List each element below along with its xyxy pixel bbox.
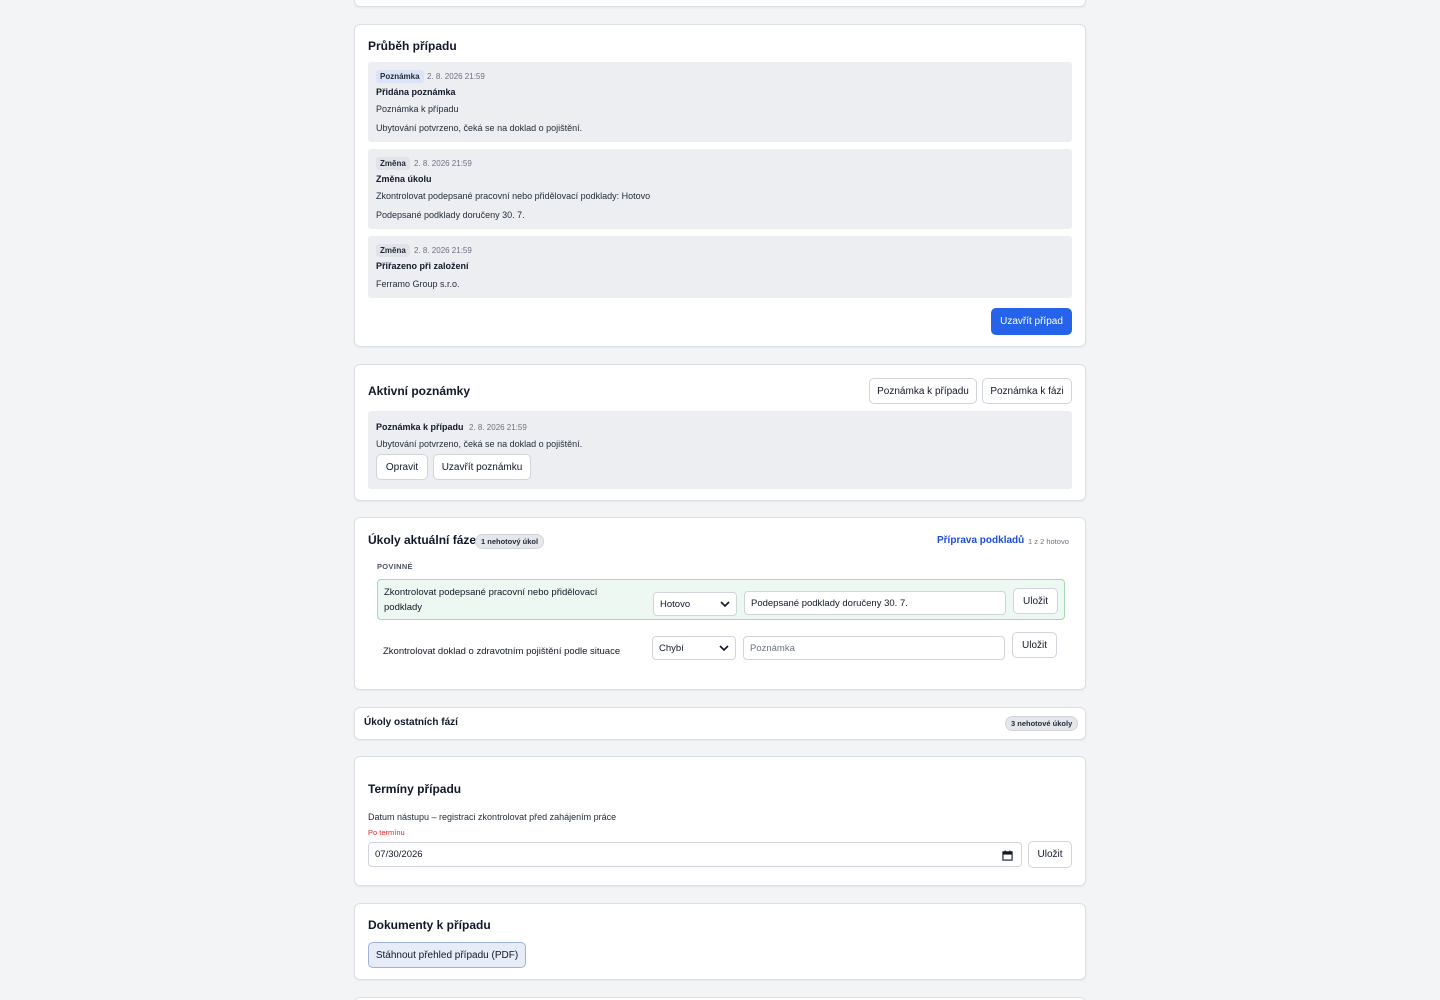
chevron-down-icon [719, 645, 729, 652]
other-tasks-title: Úkoly ostatních fází [364, 717, 458, 728]
timeline-item-detail: Zkontrolovat podepsané pracovní nebo při… [376, 191, 651, 201]
save-deadline-button[interactable]: Uložit [1028, 841, 1072, 868]
task-label: Zkontrolovat podepsané pracovní nebo při… [384, 587, 598, 598]
timeline-item-heading: Změna úkolu [376, 174, 432, 184]
task-row: Zkontrolovat podepsané pracovní nebo při… [377, 579, 1065, 620]
deadline-label: Datum nástupu – registraci zkontrolovat … [368, 812, 617, 822]
timestamp: 2. 8. 2026 21:59 [469, 423, 527, 432]
task-note-input[interactable]: Poznámka [743, 636, 1005, 660]
phase-link[interactable]: Příprava podkladů [937, 535, 1024, 546]
task-status-value: Chybí [659, 642, 684, 654]
close-note-button[interactable]: Uzavřít poznámku [433, 454, 531, 480]
save-task-button[interactable]: Uložit [1012, 632, 1057, 658]
current-phase-tasks-card: Úkoly aktuální fáze 1 nehotový úkol Příp… [354, 517, 1086, 690]
timestamp: 2. 8. 2026 21:59 [414, 159, 472, 168]
task-label: Zkontrolovat doklad o zdravotním pojiště… [383, 646, 621, 657]
timeline-item-heading: Přidána poznámka [376, 87, 456, 97]
note-badge: Poznámka [376, 70, 424, 83]
add-case-note-button[interactable]: Poznámka k případu [869, 378, 977, 404]
edit-note-button[interactable]: Opravit [376, 454, 428, 480]
task-row: Zkontrolovat doklad o zdravotním pojiště… [377, 629, 1065, 670]
timeline-item: Změna 2. 8. 2026 21:59 Přiřazeno při zal… [368, 236, 1072, 298]
note-heading: Poznámka k případu [376, 422, 464, 432]
required-section-label: POVINNÉ [377, 562, 413, 571]
timestamp: 2. 8. 2026 21:59 [414, 246, 472, 255]
timeline-item-detail: Ferramo Group s.r.o. [376, 279, 460, 289]
active-note: Poznámka k případu 2. 8. 2026 21:59 Ubyt… [368, 411, 1072, 489]
change-badge: Změna [376, 244, 410, 257]
case-documents-card: Dokumenty k případu Stáhnout přehled pří… [354, 903, 1086, 980]
other-phase-tasks-card[interactable]: Úkoly ostatních fází 3 nehotové úkoly [354, 707, 1086, 740]
note-text: Ubytování potvrzeno, čeká se na doklad o… [376, 439, 583, 449]
active-notes-card: Aktivní poznámky Poznámka k případu Pozn… [354, 364, 1086, 501]
open-tasks-badge: 1 nehotový úkol [475, 534, 545, 549]
close-case-button[interactable]: Uzavřít případ [991, 308, 1072, 335]
task-status-select[interactable]: Chybí [652, 636, 736, 660]
timeline-item-heading: Přiřazeno při založení [376, 261, 469, 271]
timeline-item-detail: Poznámka k případu [376, 104, 459, 114]
download-pdf-button[interactable]: Stáhnout přehled případu (PDF) [368, 942, 526, 968]
chevron-down-icon [720, 601, 730, 608]
timeline-item: Poznámka 2. 8. 2026 21:59 Přidána poznám… [368, 62, 1072, 142]
previous-card-edge [354, 0, 1086, 7]
change-badge: Změna [376, 157, 410, 170]
task-note-input[interactable]: Podepsané podklady doručeny 30. 7. [744, 591, 1006, 615]
save-task-button[interactable]: Uložit [1013, 588, 1058, 614]
deadline-date-input[interactable]: 07/30/2026 [368, 842, 1022, 867]
timeline-item: Změna 2. 8. 2026 21:59 Změna úkolu Zkont… [368, 149, 1072, 229]
notes-title: Aktivní poznámky [368, 384, 471, 398]
current-tasks-title: Úkoly aktuální fáze [368, 533, 477, 547]
case-deadlines-card: Termíny případu Datum nástupu – registra… [354, 756, 1086, 886]
task-status-value: Hotovo [660, 598, 691, 610]
task-status-select[interactable]: Hotovo [653, 592, 737, 616]
timestamp: 2. 8. 2026 21:59 [427, 72, 485, 81]
case-timeline-card: Průběh případu Poznámka 2. 8. 2026 21:59… [354, 24, 1086, 347]
other-open-tasks-badge: 3 nehotové úkoly [1005, 716, 1079, 731]
deadlines-title: Termíny případu [368, 782, 462, 796]
deadline-date-value: 07/30/2026 [375, 849, 423, 860]
add-phase-note-button[interactable]: Poznámka k fázi [982, 378, 1072, 404]
timeline-item-text: Ubytování potvrzeno, čeká se na doklad o… [376, 123, 583, 133]
task-label-continued: podklady [384, 602, 423, 613]
phase-progress: 1 z 2 hotovo [1028, 537, 1069, 546]
timeline-title: Průběh případu [368, 39, 457, 53]
overdue-label: Po termínu [368, 828, 405, 837]
calendar-icon[interactable] [1002, 850, 1013, 861]
task-note-placeholder: Poznámka [750, 642, 795, 654]
task-note-value: Podepsané podklady doručeny 30. 7. [751, 597, 908, 609]
timeline-item-text: Podepsané podklady doručeny 30. 7. [376, 210, 525, 220]
documents-title: Dokumenty k případu [368, 918, 491, 932]
